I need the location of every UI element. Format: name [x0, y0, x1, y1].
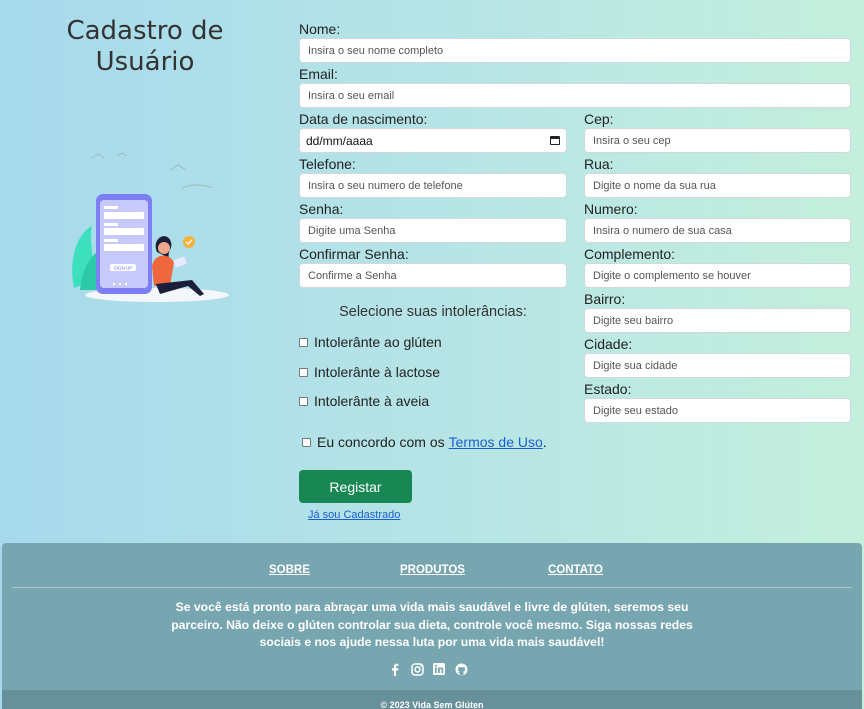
complemento-input[interactable]: [584, 263, 851, 288]
copyright: © 2023 Vida Sem Glúten: [2, 690, 862, 709]
intolerancia-aveia-label: Intolerânte à aveia: [314, 393, 430, 409]
terms-link[interactable]: Termos de Uso: [449, 434, 543, 450]
telefone-label: Telefone:: [299, 156, 356, 172]
login-link[interactable]: Já sou Cadastrado: [308, 509, 400, 521]
github-icon[interactable]: [454, 662, 468, 676]
checkbox-box[interactable]: [299, 367, 308, 377]
nascimento-label: Data de nascimento:: [299, 111, 428, 127]
rua-input[interactable]: [584, 173, 851, 198]
page-title: Cadastro de Usuário: [66, 16, 224, 77]
social-links: [388, 662, 468, 676]
nome-input[interactable]: [299, 38, 851, 63]
numero-input[interactable]: [584, 218, 851, 243]
nascimento-date-input[interactable]: dd/mm/aaaa: [299, 128, 567, 153]
footer-link-contato[interactable]: CONTATO: [548, 564, 603, 576]
intolerancia-lactose-checkbox[interactable]: Intolerânte à lactose: [299, 364, 440, 380]
senha-input[interactable]: [299, 218, 567, 243]
terms-end: .: [542, 434, 547, 450]
intolerancia-lactose-label: Intolerânte à lactose: [314, 364, 441, 380]
rua-label: Rua:: [584, 156, 614, 172]
intolerancia-gluten-label: Intolerânte ao glúten: [314, 334, 442, 350]
checkbox-box[interactable]: [302, 437, 311, 447]
senha-label: Senha:: [299, 201, 344, 217]
intolerancias-title: Selecione suas intolerâncias:: [339, 304, 527, 320]
intolerancia-aveia-checkbox[interactable]: Intolerânte à aveia: [299, 393, 429, 409]
footer: SOBRE PRODUTOS CONTATO Se você está pron…: [2, 543, 862, 709]
footer-divider: [12, 587, 852, 588]
cidade-input[interactable]: [584, 353, 851, 378]
estado-input[interactable]: [584, 398, 851, 423]
linkedin-icon[interactable]: [432, 662, 446, 676]
calendar-icon[interactable]: [550, 136, 560, 145]
telefone-input[interactable]: [299, 173, 567, 198]
terms-checkbox[interactable]: Eu concordo com os Termos de Uso .: [302, 434, 547, 450]
email-input[interactable]: [299, 83, 851, 108]
complemento-label: Complemento:: [584, 246, 676, 262]
nome-label: Nome:: [299, 21, 341, 37]
footer-link-produtos[interactable]: PRODUTOS: [400, 564, 465, 576]
checkbox-box[interactable]: [299, 337, 308, 347]
signup-illustration: SIGN UP: [72, 152, 229, 302]
nascimento-value: dd/mm/aaaa: [306, 133, 373, 148]
bairro-input[interactable]: [584, 308, 851, 333]
bairro-label: Bairro:: [584, 291, 626, 307]
checkbox-box[interactable]: [299, 396, 308, 406]
register-button[interactable]: Registar: [299, 470, 412, 503]
cidade-label: Cidade:: [584, 336, 633, 352]
estado-label: Estado:: [584, 381, 632, 397]
confirmar-senha-label: Confirmar Senha:: [299, 246, 409, 262]
terms-text: Eu concordo com os: [317, 434, 445, 450]
instagram-icon[interactable]: [410, 662, 424, 676]
intolerancia-gluten-checkbox[interactable]: Intolerânte ao glúten: [299, 334, 442, 350]
footer-link-sobre[interactable]: SOBRE: [269, 564, 310, 576]
facebook-icon[interactable]: [388, 662, 402, 676]
email-label: Email:: [299, 66, 338, 82]
cep-input[interactable]: [584, 128, 851, 153]
illustration-signup-text: SIGN UP: [114, 266, 133, 271]
footer-text: Se você está pronto para abraçar uma vid…: [171, 600, 693, 649]
numero-label: Numero:: [584, 201, 638, 217]
cep-label: Cep:: [584, 111, 614, 127]
confirmar-senha-input[interactable]: [299, 263, 567, 288]
